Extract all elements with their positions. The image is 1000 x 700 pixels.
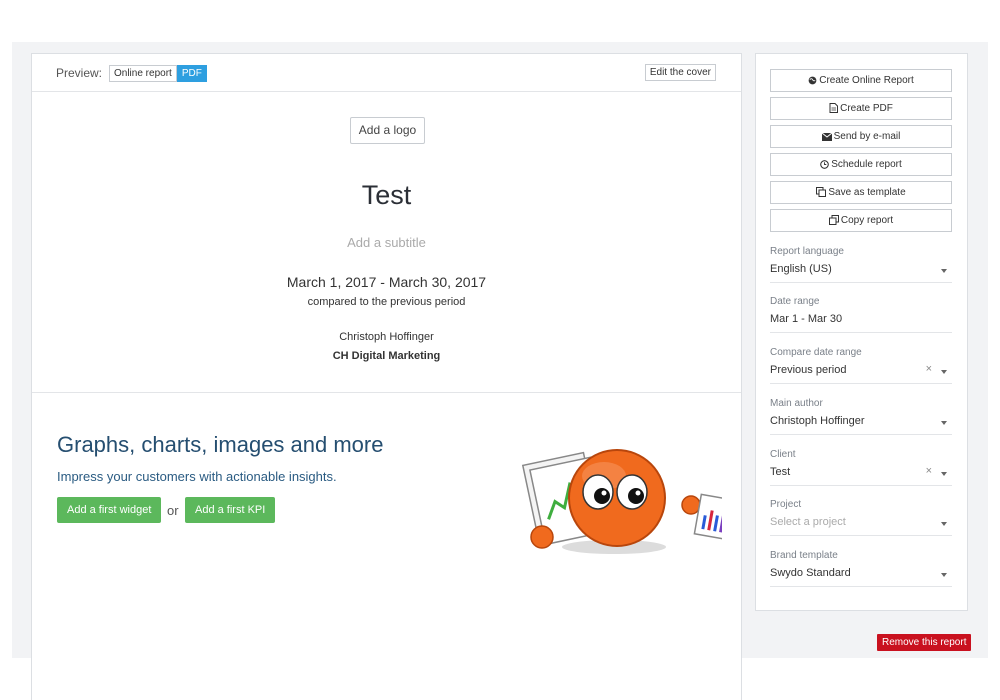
- project-placeholder: Select a project: [770, 516, 846, 528]
- create-pdf-button[interactable]: Create PDF: [770, 97, 952, 120]
- project-field: Project Select a project: [770, 499, 952, 536]
- copy-report-button[interactable]: Copy report: [770, 209, 952, 232]
- compare-range-label: Compare date range: [770, 347, 862, 358]
- brand-template-select[interactable]: Swydo Standard: [770, 567, 952, 587]
- clear-compare-icon[interactable]: ×: [926, 363, 932, 375]
- or-text: or: [167, 503, 179, 518]
- date-range-label: Date range: [770, 296, 820, 307]
- brand-template-field: Brand template Swydo Standard: [770, 550, 952, 587]
- chevron-down-icon: [941, 522, 947, 526]
- client-field: Client Test ×: [770, 449, 952, 486]
- subtitle-placeholder[interactable]: Add a subtitle: [32, 235, 741, 250]
- preview-label: Preview:: [56, 66, 103, 80]
- save-as-template-button[interactable]: Save as template: [770, 181, 952, 204]
- chevron-down-icon: [941, 573, 947, 577]
- create-pdf-label: Create PDF: [840, 103, 893, 114]
- report-language-field: Report language English (US): [770, 246, 952, 283]
- main-author-value: Christoph Hoffinger: [770, 415, 865, 427]
- schedule-report-button[interactable]: Schedule report: [770, 153, 952, 176]
- chevron-down-icon: [941, 472, 947, 476]
- preview-header: Preview: Online report PDF Edit the cove…: [32, 54, 741, 92]
- chevron-down-icon: [941, 269, 947, 273]
- report-preview-panel: Preview: Online report PDF Edit the cove…: [31, 53, 742, 700]
- promo-subtitle: Impress your customers with actionable i…: [57, 469, 337, 484]
- schedule-report-label: Schedule report: [831, 159, 902, 170]
- create-online-report-button[interactable]: Create Online Report: [770, 69, 952, 92]
- report-title[interactable]: Test: [32, 180, 741, 211]
- envelope-icon: [821, 132, 832, 141]
- tab-pdf[interactable]: PDF: [176, 65, 207, 82]
- save-as-template-label: Save as template: [828, 187, 906, 198]
- cover-company: CH Digital Marketing: [332, 350, 441, 362]
- create-online-report-label: Create Online Report: [819, 75, 914, 86]
- file-icon: [829, 103, 839, 113]
- tab-online-report[interactable]: Online report: [109, 65, 177, 82]
- compare-range-field: Compare date range Previous period ×: [770, 347, 952, 384]
- clock-icon: [820, 160, 830, 169]
- edit-cover-button[interactable]: Edit the cover: [644, 64, 716, 81]
- project-select[interactable]: Select a project: [770, 516, 952, 536]
- project-label: Project: [770, 499, 802, 510]
- mascot-illustration: [521, 449, 722, 554]
- main-author-field: Main author Christoph Hoffinger: [770, 398, 952, 435]
- report-language-value: English (US): [770, 263, 832, 275]
- preview-mode-toggle: Online report PDF: [109, 65, 207, 82]
- brand-template-value: Swydo Standard: [770, 567, 851, 579]
- brand-template-label: Brand template: [770, 550, 838, 561]
- main-author-label: Main author: [770, 398, 823, 409]
- date-range-picker[interactable]: Mar 1 - Mar 30: [770, 313, 952, 333]
- date-range-field: Date range Mar 1 - Mar 30: [770, 296, 952, 333]
- promo-title: Graphs, charts, images and more: [57, 432, 384, 457]
- report-language-select[interactable]: English (US): [770, 263, 952, 283]
- copy-icon: [816, 187, 827, 197]
- client-value: Test: [770, 466, 791, 478]
- cover-compared-text: compared to the previous period: [307, 296, 466, 308]
- globe-icon: [808, 76, 817, 85]
- report-cover: Add a logo Test Add a subtitle March 1, …: [32, 93, 741, 393]
- date-range-value: Mar 1 - Mar 30: [770, 313, 843, 325]
- client-label: Client: [770, 449, 796, 460]
- remove-report-button[interactable]: Remove this report: [877, 634, 972, 651]
- report-language-label: Report language: [770, 246, 844, 257]
- clear-client-icon[interactable]: ×: [926, 465, 932, 477]
- cover-date-range: March 1, 2017 - March 30, 2017: [286, 274, 487, 290]
- client-select[interactable]: Test ×: [770, 465, 952, 486]
- main-author-select[interactable]: Christoph Hoffinger: [770, 415, 952, 435]
- copy-report-label: Copy report: [840, 215, 894, 226]
- duplicate-icon: [828, 215, 839, 225]
- add-logo-button[interactable]: Add a logo: [350, 117, 425, 144]
- send-email-label: Send by e-mail: [833, 131, 901, 142]
- cover-author: Christoph Hoffinger: [339, 331, 434, 343]
- add-kpi-button[interactable]: Add a first KPI: [185, 497, 276, 523]
- compare-range-select[interactable]: Previous period ×: [770, 363, 952, 384]
- add-widget-button[interactable]: Add a first widget: [57, 497, 162, 523]
- compare-range-value: Previous period: [770, 364, 847, 376]
- send-email-button[interactable]: Send by e-mail: [770, 125, 952, 148]
- report-settings-sidebar: Create Online Report Create PDF Send by …: [755, 53, 968, 611]
- chevron-down-icon: [941, 370, 947, 374]
- chevron-down-icon: [941, 421, 947, 425]
